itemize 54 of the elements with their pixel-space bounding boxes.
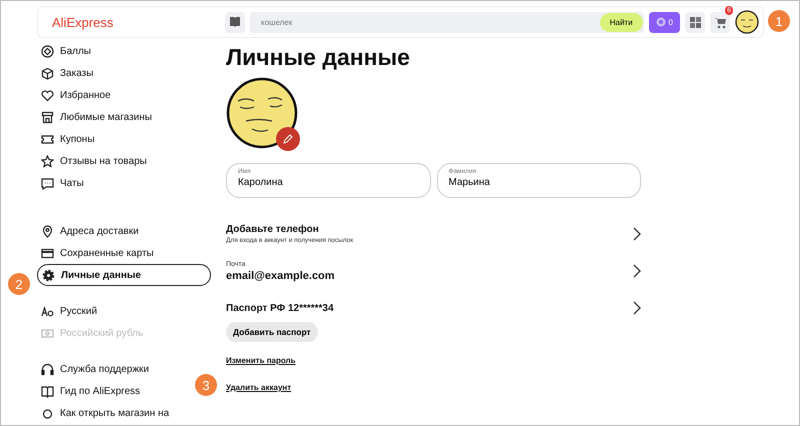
add-passport-button[interactable]: Добавить паспорт [226,322,318,342]
avatar-drawing [226,77,298,149]
catalog-button[interactable] [225,12,245,32]
sidebar-item[interactable]: Русский [37,300,102,322]
sidebar-item[interactable]: Адреса доставки [37,220,143,242]
chat-icon [41,176,54,190]
star-icon [41,154,54,168]
points-button[interactable]: 0 [648,12,680,32]
boxes-icon [688,16,702,28]
pencil-icon [283,134,293,144]
avatar-drawing[interactable] [735,10,759,34]
store-icon [41,110,54,124]
gear-icon [42,268,55,282]
search-button[interactable]: Найти [600,12,643,32]
sidebar-item[interactable]: Личные данные [37,264,211,286]
sidebar-item[interactable]: Баллы [37,40,95,62]
headset-icon [41,362,54,376]
cart-icon [714,16,726,28]
lang-icon [41,304,54,318]
sidebar-item[interactable]: Любимые магазины [37,106,156,128]
gift-button[interactable] [685,12,705,32]
step-marker: 2 [8,273,30,295]
sidebar-item[interactable]: Сохраненные карты [37,242,158,264]
card-icon [41,246,54,260]
book-icon [41,384,54,398]
step-marker: 1 [768,10,790,32]
cart-button[interactable] [710,12,730,32]
chevron-icon [633,301,641,315]
coin-icon [656,17,666,27]
account-link[interactable]: Удалить аккаунт [226,383,292,392]
sidebar-item[interactable]: Гид по AliExpress [37,380,144,402]
search-field[interactable]: кошелек Найти [250,12,644,32]
sidebar-item[interactable]: Отзывы на товары [37,150,151,172]
chevron-icon [633,227,641,241]
heart-icon [41,88,54,102]
settings-row[interactable]: Паспорт РФ 12******34 [226,294,641,322]
orders-icon [41,66,54,80]
page-title: Личные данные [226,44,411,71]
step-marker: 3 [195,374,217,396]
sidebar-item[interactable]: Чаты [37,172,88,194]
edit-avatar-button[interactable] [276,127,300,151]
points-icon [41,44,54,58]
pin-icon [41,224,54,238]
sidebar-item[interactable]: Как открыть магазин на [37,402,174,424]
logo[interactable]: AliExpress [52,14,220,30]
sidebar-item[interactable]: Купоны [37,128,99,150]
chevron-icon [633,264,641,278]
cash-icon [41,326,54,340]
sidebar-item[interactable]: Заказы [37,62,98,84]
book-icon [229,16,241,28]
coupon-icon [41,132,54,146]
sidebar-item[interactable]: Избранное [37,84,115,106]
sidebar-item[interactable]: Служба поддержки [37,358,154,380]
account-link[interactable]: Изменить пароль [226,356,296,365]
